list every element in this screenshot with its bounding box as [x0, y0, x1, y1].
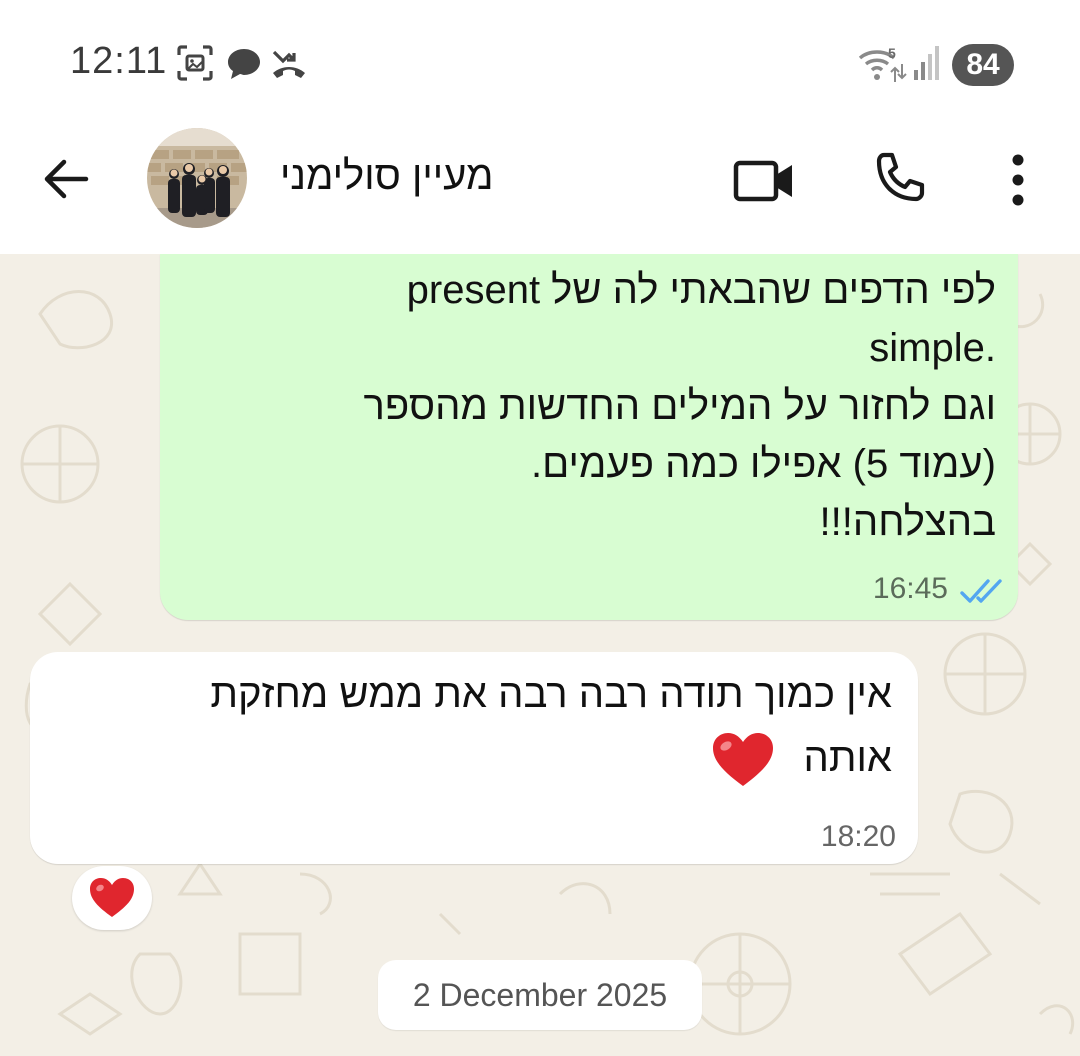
message-text-line: (עמוד 5) אפילו כמה פעמים.: [531, 442, 996, 486]
chat-area[interactable]: לפי הדפים שהבאתי לה של present .simple ו…: [0, 254, 1080, 1056]
voice-call-icon[interactable]: [870, 150, 928, 208]
battery-icon: 84: [952, 44, 1014, 86]
red-heart-emoji: [713, 733, 773, 786]
more-vert-icon[interactable]: [1004, 152, 1032, 208]
message-text-line: אותה: [803, 736, 893, 780]
missed-call-icon: [272, 50, 305, 78]
outgoing-message-bubble[interactable]: לפי הדפים שהבאתי לה של present .simple ו…: [160, 254, 1018, 620]
message-timestamp: 16:45: [872, 572, 948, 605]
svg-text:5: 5: [888, 45, 896, 61]
screenshot-icon: [177, 45, 213, 81]
avatar-photo: [147, 128, 247, 228]
contact-name[interactable]: מעיין סולימני: [280, 154, 540, 199]
message-reaction[interactable]: [72, 866, 152, 930]
message-text-line: .simple: [869, 326, 996, 370]
message-text-line: לפי הדפים שהבאתי לה של present: [406, 268, 996, 312]
message-text-line: אין כמוך תודה רבה רבה את ממש מחזקת: [210, 672, 892, 716]
clock: 12:11: [70, 40, 168, 82]
chat-header: מעיין סולימני: [0, 128, 1080, 254]
status-bar: 12:11 5 84: [0, 0, 1080, 128]
back-arrow-icon[interactable]: [40, 154, 90, 204]
signal-icon: [914, 46, 939, 80]
chat-bubble-icon: [228, 49, 260, 79]
message-text-line: וגם לחזור על המילים החדשות מהספר: [363, 384, 996, 428]
read-receipt-icon: [960, 579, 1002, 603]
red-heart-reaction-icon: [90, 878, 134, 917]
video-call-icon[interactable]: [732, 156, 796, 206]
message-text-line: בהצלחה!!!: [819, 500, 996, 544]
incoming-message-bubble[interactable]: אין כמוך תודה רבה רבה את ממש מחזקת אותה …: [30, 652, 918, 864]
date-separator: 2 December 2025: [378, 960, 702, 1030]
message-timestamp: 18:20: [820, 820, 896, 853]
wifi-icon: 5: [858, 45, 907, 82]
avatar[interactable]: [147, 128, 247, 228]
